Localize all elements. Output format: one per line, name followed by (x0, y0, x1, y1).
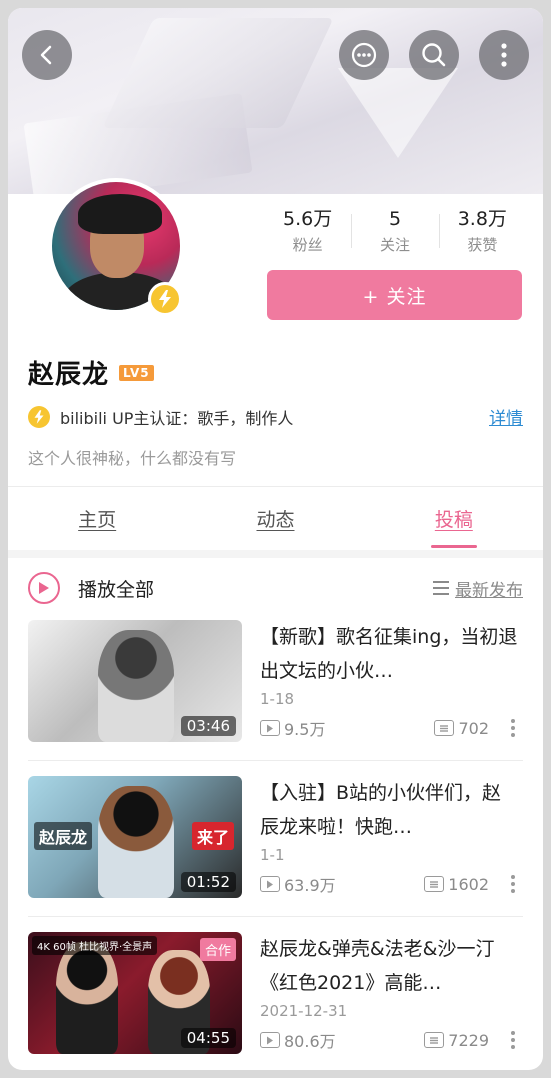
stat-value: 5 (388, 208, 402, 230)
play-count-icon (260, 720, 280, 736)
video-duration: 01:52 (180, 872, 236, 892)
play-icon (39, 582, 49, 594)
chevron-left-icon (40, 45, 52, 65)
more-menu-button[interactable] (479, 30, 529, 80)
profile-banner (8, 8, 543, 194)
play-count-icon (260, 876, 280, 892)
video-duration: 03:46 (180, 716, 236, 736)
video-title[interactable]: 赵辰龙&弹壳&法老&沙一汀《红色2021》高能… (260, 932, 520, 1000)
stat-following[interactable]: 5 关注 (351, 206, 438, 256)
stat-likes[interactable]: 3.8万 获赞 (438, 206, 526, 256)
video-date: 1-18 (260, 690, 295, 708)
search-icon (422, 43, 446, 67)
stat-label: 关注 (379, 236, 410, 254)
view-count: 9.5万 (284, 720, 326, 739)
video-item[interactable]: 赵辰龙 来了 01:52 【入驻】B站的小伙伴们，赵辰龙来啦！快跑… 1-1 6… (28, 776, 523, 900)
play-all-button[interactable] (28, 572, 60, 604)
vertical-dots-icon (501, 43, 507, 67)
verified-lightning-icon (148, 282, 182, 316)
video-date: 2021-12-31 (260, 1002, 348, 1020)
tab-label: 主页 (78, 509, 117, 531)
comment-count: 1602 (448, 874, 489, 894)
video-meta: 63.9万 1602 (260, 872, 523, 896)
message-button[interactable] (339, 30, 389, 80)
stat-value: 5.6万 (283, 208, 333, 230)
video-title[interactable]: 【入驻】B站的小伙伴们，赵辰龙来啦！快跑… (260, 776, 520, 844)
tab-dynamics[interactable]: 动态 (186, 498, 364, 548)
profile-stats: 5.6万 粉丝 5 关注 3.8万 获赞 (264, 206, 526, 256)
stat-label: 粉丝 (292, 236, 323, 254)
comment-count-icon (424, 876, 445, 892)
verification-row: bilibili UP主认证：歌手，制作人 详情 (28, 404, 523, 429)
divider (28, 760, 523, 761)
stat-value: 3.8万 (457, 208, 507, 230)
divider (28, 916, 523, 917)
search-button[interactable] (409, 30, 459, 80)
collab-badge: 合作 (199, 938, 236, 961)
user-name: 赵辰龙 (28, 360, 110, 390)
tab-home[interactable]: 主页 (8, 498, 186, 548)
video-thumbnail[interactable]: 赵辰龙 来了 01:52 (28, 776, 242, 898)
verified-lightning-icon (28, 405, 50, 428)
stat-label: 获赞 (467, 236, 498, 254)
chat-bubble-icon (351, 42, 377, 68)
comment-count: 702 (458, 718, 489, 738)
comment-count-icon (424, 1032, 445, 1048)
name-row: 赵辰龙 LV5 (28, 354, 154, 391)
thumbnail-text: 来了 (191, 822, 234, 850)
user-bio: 这个人很神秘，什么都没有写 (28, 449, 237, 468)
tab-uploads[interactable]: 投稿 (365, 498, 543, 548)
verification-text: bilibili UP主认证：歌手，制作人 (60, 408, 294, 428)
sort-dropdown[interactable]: 最新发布 (455, 576, 523, 601)
sort-list-icon (433, 581, 449, 595)
tab-label: 动态 (256, 509, 295, 531)
video-thumbnail[interactable]: 03:46 (28, 620, 242, 742)
video-duration: 04:55 (180, 1028, 236, 1048)
tab-label: 投稿 (434, 509, 473, 531)
video-more-icon[interactable] (503, 719, 523, 737)
stat-followers[interactable]: 5.6万 粉丝 (264, 206, 351, 256)
details-link[interactable]: 详情 (489, 404, 523, 429)
level-badge: LV5 (119, 364, 154, 381)
play-all-row: 播放全部 最新发布 (28, 570, 523, 606)
thumbnail-text: 赵辰龙 (34, 822, 93, 850)
video-item[interactable]: 03:46 【新歌】歌名征集ing，当初退出文坛的小伙… 1-18 9.5万 7… (28, 620, 523, 744)
divider (8, 550, 543, 558)
avatar[interactable] (48, 178, 184, 316)
play-count-icon (260, 1032, 280, 1048)
video-title[interactable]: 【新歌】歌名征集ing，当初退出文坛的小伙… (260, 620, 520, 688)
comment-count-icon (434, 720, 455, 736)
comment-count: 7229 (448, 1030, 489, 1050)
profile-tabs: 主页 动态 投稿 (8, 498, 543, 548)
follow-button[interactable]: + 关注 (267, 270, 522, 320)
video-more-icon[interactable] (503, 875, 523, 893)
video-more-icon[interactable] (503, 1031, 523, 1049)
profile-screen: 5.6万 粉丝 5 关注 3.8万 获赞 + 关注 赵辰龙 LV5 bilibi… (8, 8, 543, 1070)
view-count: 63.9万 (284, 876, 336, 895)
video-thumbnail[interactable]: 4K 60帧 杜比视界·全景声 合作 04:55 (28, 932, 242, 1054)
thumbnail-text: 4K 60帧 杜比视界·全景声 (32, 936, 158, 955)
video-date: 1-1 (260, 846, 285, 864)
video-meta: 80.6万 7229 (260, 1028, 523, 1052)
play-all-label[interactable]: 播放全部 (78, 575, 433, 602)
video-meta: 9.5万 702 (260, 716, 523, 740)
view-count: 80.6万 (284, 1032, 336, 1051)
back-button[interactable] (22, 30, 72, 80)
divider (8, 486, 543, 487)
video-item[interactable]: 4K 60帧 杜比视界·全景声 合作 04:55 赵辰龙&弹壳&法老&沙一汀《红… (28, 932, 523, 1056)
